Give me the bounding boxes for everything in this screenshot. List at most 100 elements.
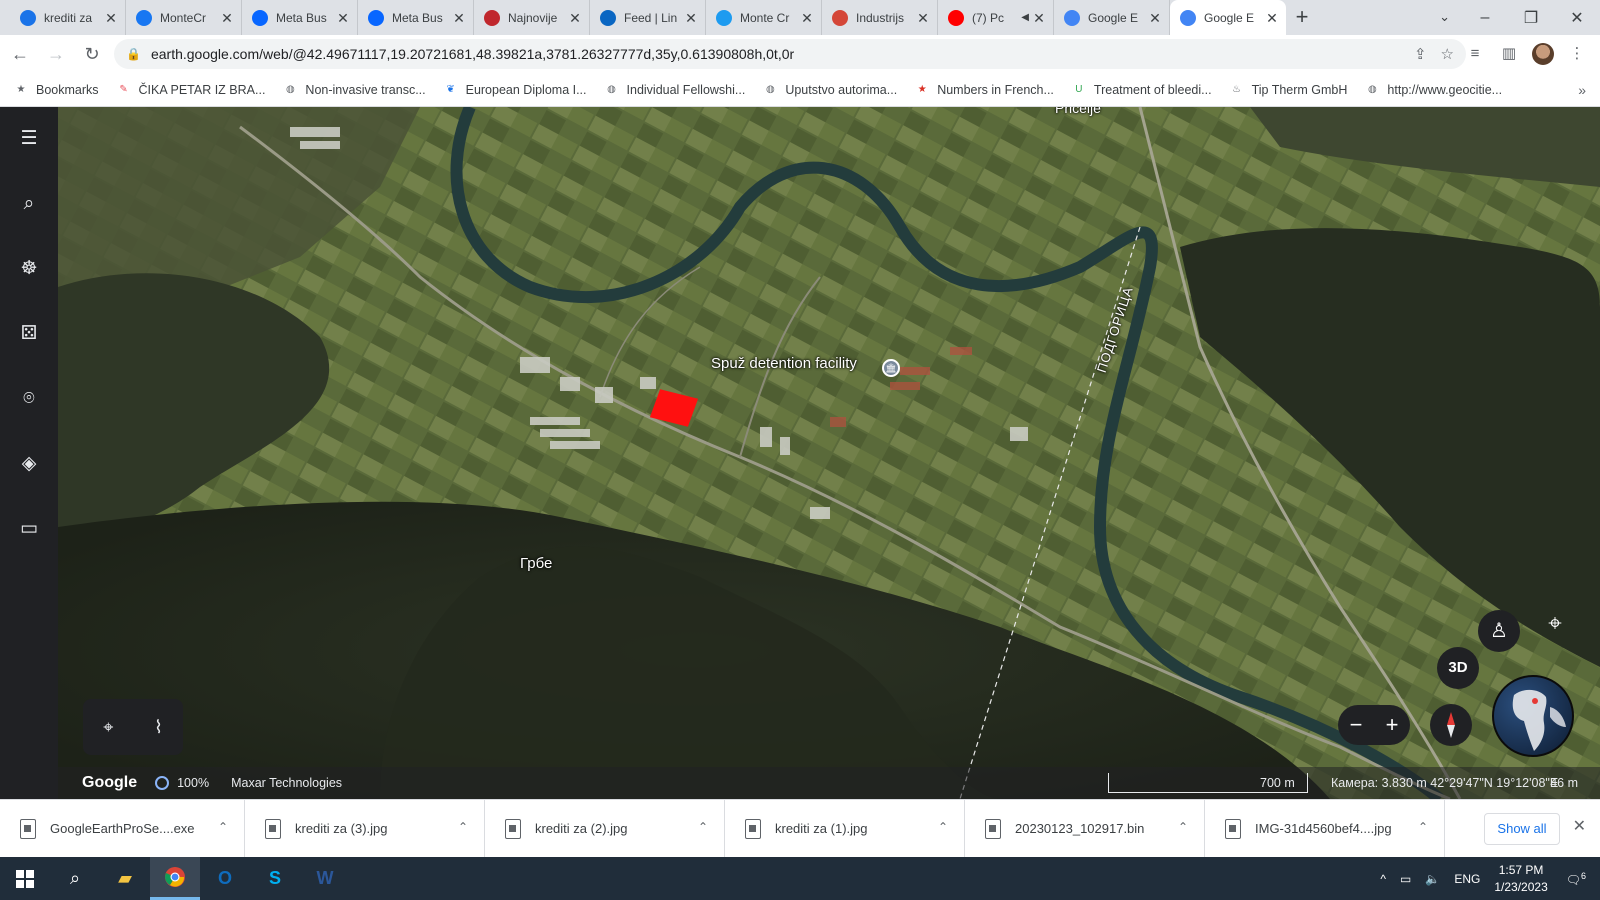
file-explorer-icon[interactable]: ▰ (100, 857, 150, 900)
my-location-icon[interactable]: ⌖ (1534, 603, 1576, 645)
zoom-in-icon[interactable]: + (1386, 712, 1399, 738)
bookmark-item[interactable]: U Treatment of bleedi... (1072, 83, 1211, 97)
bookmark-item[interactable]: ♨ Tip Therm GmbH (1230, 83, 1347, 97)
browser-tab[interactable]: Industrijs ✕ (822, 0, 938, 35)
close-tab-icon[interactable]: ✕ (451, 10, 467, 26)
download-options-chevron-icon[interactable]: ⌃ (1418, 820, 1428, 834)
download-options-chevron-icon[interactable]: ⌃ (458, 820, 468, 834)
lock-icon[interactable]: 🔒 (126, 47, 141, 61)
download-options-chevron-icon[interactable]: ⌃ (218, 820, 228, 834)
place-label-top[interactable]: Pričelje (1055, 107, 1101, 116)
tab-search-chevron-icon[interactable]: ⌄ (1439, 0, 1450, 35)
browser-tab[interactable]: Monte Cr ✕ (706, 0, 822, 35)
place-label-grbe[interactable]: Грбе (520, 555, 552, 572)
browser-tab[interactable]: Meta Bus ✕ (242, 0, 358, 35)
browser-tab[interactable]: Google E ✕ (1054, 0, 1170, 35)
download-item[interactable]: 20230123_102917.bin ⌃ (965, 799, 1205, 858)
download-item[interactable]: GoogleEarthProSe....exe ⌃ (0, 799, 245, 858)
add-placemark-icon[interactable]: ⌖ (103, 717, 113, 738)
compass-icon[interactable] (1430, 704, 1472, 746)
bookmark-item[interactable]: ❦ European Diploma I... (444, 83, 586, 97)
poi-label-detention-facility[interactable]: Spuž detention facility (711, 355, 857, 372)
side-panel-icon[interactable]: ▥ (1498, 38, 1520, 70)
close-tab-icon[interactable]: ✕ (799, 10, 815, 26)
download-options-chevron-icon[interactable]: ⌃ (1178, 820, 1188, 834)
pegman-street-view-icon[interactable]: ♙ (1478, 610, 1520, 652)
new-tab-button[interactable]: + (1286, 0, 1318, 35)
forward-arrow-icon[interactable]: → (40, 38, 72, 70)
close-tab-icon[interactable]: ✕ (103, 10, 119, 26)
imagery-attribution[interactable]: Maxar Technologies (231, 776, 342, 790)
government-building-icon[interactable]: 🏛 (882, 359, 900, 377)
bookmark-item[interactable]: ★ Numbers in French... (915, 83, 1054, 97)
bookmark-item[interactable]: ◍ Uputstvo autorima... (763, 83, 897, 97)
language-indicator[interactable]: ENG (1454, 872, 1480, 886)
taskbar-search-icon[interactable]: ⌕ (50, 857, 100, 900)
bookmark-item[interactable]: ◍ Individual Fellowshi... (605, 83, 745, 97)
measure-ruler-icon[interactable]: ▭ (17, 517, 41, 541)
browser-tab[interactable]: Meta Bus ✕ (358, 0, 474, 35)
notifications-icon[interactable]: 🗨6 (1566, 871, 1586, 887)
browser-tab[interactable]: Feed | Lin ✕ (590, 0, 706, 35)
bookmark-item[interactable]: ◍ Non-invasive transc... (283, 83, 426, 97)
bookmark-item[interactable]: ◍ http://www.geocitie... (1365, 83, 1502, 97)
more-bookmarks-icon[interactable]: » (1578, 73, 1586, 107)
restore-icon[interactable]: ❐ (1508, 8, 1554, 28)
bookmark-item[interactable]: ★ Bookmarks (14, 83, 99, 97)
close-tab-icon[interactable]: ✕ (567, 10, 583, 26)
projects-pin-icon[interactable]: ⌾ (17, 387, 41, 411)
battery-icon[interactable]: ▭ (1400, 872, 1411, 886)
outlook-icon[interactable]: O (200, 857, 250, 900)
volume-icon[interactable]: 🔈 (1425, 872, 1440, 886)
address-bar[interactable]: 🔒 earth.google.com/web/@42.49671117,19.2… (114, 39, 1466, 69)
download-options-chevron-icon[interactable]: ⌃ (698, 820, 708, 834)
menu-hamburger-icon[interactable]: ☰ (17, 127, 41, 151)
close-tab-icon[interactable]: ✕ (683, 10, 699, 26)
word-icon[interactable]: W (300, 857, 350, 900)
minimize-icon[interactable]: – (1462, 9, 1508, 27)
browser-tab[interactable]: Google E ✕ (1170, 0, 1286, 35)
share-icon[interactable]: ⇪ (1414, 45, 1427, 63)
clock[interactable]: 1:57 PM 1/23/2023 (1494, 862, 1547, 896)
reading-list-icon[interactable]: ≡ (1464, 38, 1486, 70)
voyager-wheel-icon[interactable]: ☸ (17, 257, 41, 281)
close-shelf-icon[interactable]: ✕ (1573, 816, 1586, 836)
map-style-layers-icon[interactable]: ◈ (17, 452, 41, 476)
browser-tab[interactable]: (7) Pc ◀ ✕ (938, 0, 1054, 35)
feeling-lucky-dice-icon[interactable]: ⚄ (17, 322, 41, 346)
search-icon[interactable]: ⌕ (17, 192, 41, 216)
browser-tab[interactable]: krediti za ✕ (10, 0, 126, 35)
skype-icon[interactable]: S (250, 857, 300, 900)
satellite-imagery[interactable] (0, 107, 1600, 799)
toggle-3d-button[interactable]: 3D (1437, 647, 1479, 689)
download-options-chevron-icon[interactable]: ⌃ (938, 820, 948, 834)
show-all-downloads-button[interactable]: Show all (1484, 813, 1560, 845)
back-arrow-icon[interactable]: ← (4, 38, 36, 70)
profile-avatar[interactable] (1532, 43, 1554, 65)
draw-path-icon[interactable]: ⌇ (154, 717, 163, 738)
zoom-out-icon[interactable]: − (1350, 712, 1363, 738)
close-tab-icon[interactable]: ✕ (335, 10, 351, 26)
earth-viewport[interactable]: ☰ ⌕ ☸ ⚄ ⌾ ◈ ▭ Spuž detention facility 🏛 … (0, 107, 1600, 799)
close-tab-icon[interactable]: ✕ (219, 10, 235, 26)
download-item[interactable]: krediti za (3).jpg ⌃ (245, 799, 485, 858)
close-tab-icon[interactable]: ✕ (1264, 10, 1280, 26)
close-tab-icon[interactable]: ✕ (1031, 10, 1047, 26)
audio-playing-icon[interactable]: ◀ (1021, 12, 1029, 23)
menu-kebab-icon[interactable]: ⋮ (1566, 38, 1588, 70)
download-item[interactable]: krediti za (1).jpg ⌃ (725, 799, 965, 858)
close-tab-icon[interactable]: ✕ (915, 10, 931, 26)
browser-tab[interactable]: Najnovije ✕ (474, 0, 590, 35)
chrome-icon[interactable] (150, 857, 200, 900)
reload-icon[interactable]: ↻ (76, 38, 108, 70)
url-text[interactable]: earth.google.com/web/@42.49671117,19.207… (151, 46, 1400, 62)
bookmark-item[interactable]: ✎ ČIKA PETAR IZ BRA... (117, 83, 265, 97)
close-window-icon[interactable]: ✕ (1554, 8, 1600, 28)
globe-minimap[interactable] (1492, 675, 1574, 757)
start-windows-icon[interactable] (0, 857, 50, 900)
tray-chevron-icon[interactable]: ^ (1380, 872, 1386, 886)
close-tab-icon[interactable]: ✕ (1147, 10, 1163, 26)
download-item[interactable]: krediti za (2).jpg ⌃ (485, 799, 725, 858)
download-item[interactable]: IMG-31d4560bef4....jpg ⌃ (1205, 799, 1445, 858)
browser-tab[interactable]: MonteCr ✕ (126, 0, 242, 35)
